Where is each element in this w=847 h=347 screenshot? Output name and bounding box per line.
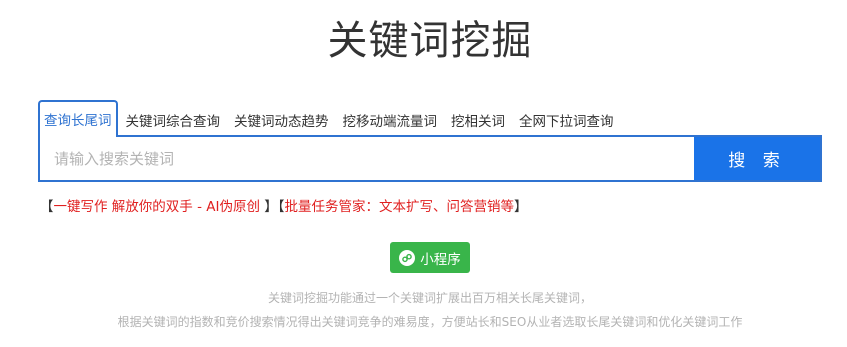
tab-related-words[interactable]: 挖相关词 [445, 102, 511, 136]
promo-bracket-close: 】 [514, 199, 528, 215]
mini-program-label: 小程序 [420, 251, 461, 268]
search-tabs: 查询长尾词 关键词综合查询 关键词动态趋势 挖移动端流量词 挖相关词 全网下拉词… [38, 100, 622, 137]
tab-keyword-trend[interactable]: 关键词动态趋势 [228, 102, 335, 136]
batch-task-link[interactable]: 批量任务管家：文本扩写、问答营销等 [285, 199, 515, 215]
search-box: 搜 索 [38, 135, 822, 182]
promo-line: 【一键写作 解放你的双手 - AI伪原创 】【批量任务管家：文本扩写、问答营销等… [40, 195, 528, 215]
mini-program-icon [399, 249, 416, 266]
tab-keyword-comprehensive-query[interactable]: 关键词综合查询 [120, 102, 227, 136]
promo-bracket-open: 【 [277, 199, 285, 215]
tab-mobile-traffic-words[interactable]: 挖移动端流量词 [337, 102, 444, 136]
page-title: 关键词挖掘 [327, 18, 533, 64]
promo-bracket-open: 【 [40, 199, 54, 215]
tab-dropdown-words[interactable]: 全网下拉词查询 [513, 102, 620, 136]
promo-bracket-close: 】 [259, 199, 278, 215]
description-line-2: 根据关键词的指数和竞价搜索情况得出关键词竞争的难易度，方便站长和SEO从业者选取… [117, 315, 743, 329]
search-input[interactable] [40, 137, 694, 180]
mini-program-button[interactable]: 小程序 [390, 242, 470, 273]
description-line-1: 关键词挖掘功能通过一个关键词扩展出百万相关长尾关键词， [267, 291, 592, 305]
tab-long-tail-words[interactable]: 查询长尾词 [38, 100, 118, 137]
search-button[interactable]: 搜 索 [694, 137, 820, 180]
ai-writing-link[interactable]: 一键写作 解放你的双手 - AI伪原创 [54, 199, 260, 215]
